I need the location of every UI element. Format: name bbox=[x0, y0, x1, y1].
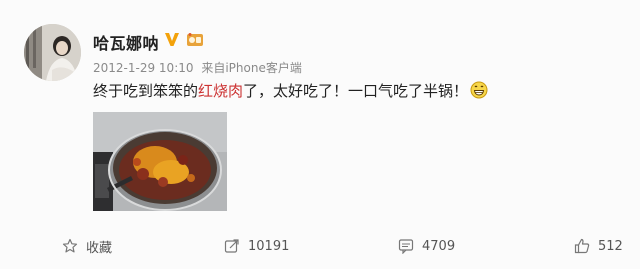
grin-emoji-icon bbox=[470, 81, 488, 99]
vip-level-icon[interactable] bbox=[186, 32, 204, 47]
avatar[interactable] bbox=[24, 24, 81, 81]
post-text-highlight: 红烧肉 bbox=[198, 82, 244, 100]
share-icon bbox=[224, 239, 239, 253]
post-text: 终于吃到笨笨的红烧肉了，太好吃了！一口气吃了半锅！ bbox=[93, 81, 613, 101]
post-timestamp[interactable]: 2012-1-29 10:10 bbox=[93, 61, 194, 75]
forward-button[interactable]: 10191 bbox=[224, 232, 289, 260]
like-count: 512 bbox=[598, 238, 623, 254]
weibo-post: 哈瓦娜呐 2012-1-29 10:10 来自iPhone客户端 终于吃到笨笨的… bbox=[0, 0, 640, 269]
star-icon bbox=[62, 238, 78, 253]
verified-v-icon bbox=[165, 33, 179, 46]
favorite-label: 收藏 bbox=[86, 240, 113, 256]
post-meta: 2012-1-29 10:10 来自iPhone客户端 bbox=[93, 59, 306, 76]
post-text-after: 了，太好吃了！一口气吃了半锅！ bbox=[243, 82, 469, 100]
username[interactable]: 哈瓦娜呐 bbox=[93, 30, 159, 54]
post-image[interactable] bbox=[93, 112, 227, 211]
thumbs-up-icon bbox=[574, 238, 590, 254]
post-source[interactable]: iPhone客户端 bbox=[225, 61, 302, 75]
post-text-before: 终于吃到笨笨的 bbox=[93, 82, 199, 100]
action-bar: 收藏 10191 4709 512 bbox=[0, 232, 640, 260]
forward-count: 10191 bbox=[248, 238, 290, 254]
comment-icon bbox=[398, 239, 414, 254]
comment-count: 4709 bbox=[422, 238, 456, 254]
favorite-button[interactable]: 收藏 bbox=[62, 232, 112, 260]
like-button[interactable]: 512 bbox=[574, 232, 623, 260]
comment-button[interactable]: 4709 bbox=[398, 232, 455, 260]
source-prefix: 来自 bbox=[201, 61, 226, 75]
